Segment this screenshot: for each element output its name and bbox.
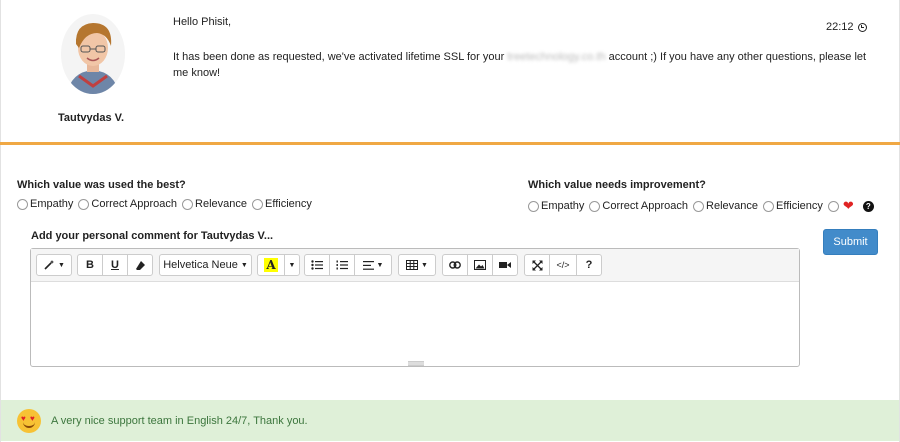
customer-note-text: A very nice support team in English 24/7… (51, 414, 308, 427)
numbered-list-button[interactable] (329, 254, 355, 276)
radio-button[interactable] (763, 200, 775, 212)
best-option-empathy[interactable]: Empathy (17, 198, 73, 210)
radio-button[interactable] (528, 200, 539, 212)
improve-value-options: Empathy Correct Approach Relevance Effic… (528, 198, 874, 214)
align-left-icon (362, 260, 374, 270)
best-option-correct-approach[interactable]: Correct Approach (78, 198, 177, 210)
link-icon (449, 261, 461, 269)
best-value-question: Which value was used the best? (17, 179, 186, 191)
paragraph-align-dropdown[interactable]: ▼ (354, 254, 392, 276)
fullscreen-icon (532, 260, 542, 270)
option-label: Relevance (195, 198, 248, 210)
eraser-icon (135, 260, 145, 270)
option-label: Relevance (706, 200, 759, 212)
clock-icon (857, 22, 867, 32)
section-divider (0, 142, 900, 145)
time-label: 22:12 (826, 21, 854, 33)
agent-avatar (61, 14, 125, 94)
font-color-button[interactable]: A (257, 254, 285, 276)
magic-wand-icon (44, 260, 55, 270)
underline-button[interactable]: U (102, 254, 128, 276)
improve-option-relevance[interactable]: Relevance (693, 200, 758, 212)
best-value-options: Empathy Correct Approach Relevance Effic… (17, 198, 317, 210)
agent-name: Tautvydas V. (58, 112, 125, 124)
video-button[interactable] (492, 254, 518, 276)
comment-editor: ▼ B U Helvetica Neue ▼ A ▼ ▼ ▼ </> ? (30, 248, 800, 367)
image-button[interactable] (467, 254, 493, 276)
image-icon (474, 260, 486, 270)
comment-text-area[interactable] (31, 282, 799, 366)
heart-icon: ❤ (842, 198, 854, 213)
redacted-domain: treetechnology.co.th (507, 51, 606, 63)
option-label: Empathy (541, 200, 585, 212)
eraser-button[interactable] (127, 254, 153, 276)
video-icon (499, 262, 511, 268)
submit-button[interactable]: Submit (823, 229, 878, 255)
numbered-list-icon (336, 260, 348, 270)
radio-button[interactable] (589, 200, 601, 212)
help-icon[interactable]: ? (862, 200, 874, 212)
magic-wand-button[interactable]: ▼ (36, 254, 72, 276)
table-icon (406, 260, 419, 270)
improve-option-empathy[interactable]: Empathy (528, 200, 584, 212)
radio-button[interactable] (17, 198, 28, 210)
best-option-relevance[interactable]: Relevance (182, 198, 247, 210)
message-body-start: It has been done as requested, we've act… (173, 51, 508, 63)
editor-toolbar: ▼ B U Helvetica Neue ▼ A ▼ ▼ ▼ </> ? (31, 249, 799, 282)
improve-option-efficiency[interactable]: Efficiency (763, 200, 823, 212)
font-color-dropdown[interactable]: ▼ (284, 254, 300, 276)
comment-label: Add your personal comment for Tautvydas … (31, 230, 274, 242)
fullscreen-button[interactable] (524, 254, 550, 276)
message-greeting: Hello Phisit, (173, 16, 232, 28)
radio-button[interactable] (182, 198, 194, 210)
bullet-list-button[interactable] (304, 254, 330, 276)
improve-option-heart[interactable]: ❤ (827, 198, 854, 214)
improve-option-correct-approach[interactable]: Correct Approach (589, 200, 688, 212)
bullet-list-icon (311, 260, 323, 270)
radio-button[interactable] (827, 200, 839, 212)
help-button[interactable]: ? (576, 254, 602, 276)
option-label: Efficiency (776, 200, 823, 212)
link-button[interactable] (442, 254, 468, 276)
bold-button[interactable]: B (77, 254, 103, 276)
editor-resize-handle[interactable] (408, 361, 424, 366)
radio-button[interactable] (693, 200, 705, 212)
message-time: 22:12 (826, 21, 867, 33)
table-dropdown[interactable]: ▼ (398, 254, 436, 276)
radio-button[interactable] (78, 198, 90, 210)
message-body: It has been done as requested, we've act… (173, 49, 873, 81)
option-label: Efficiency (265, 198, 312, 210)
font-color-icon: A (264, 258, 278, 272)
font-family-value: Helvetica Neue (163, 259, 238, 271)
font-family-dropdown[interactable]: Helvetica Neue ▼ (159, 254, 252, 276)
radio-button[interactable] (252, 198, 264, 210)
customer-note: ♥ ♥ A very nice support team in English … (1, 400, 899, 441)
option-label: Correct Approach (602, 200, 689, 212)
code-view-button[interactable]: </> (549, 254, 577, 276)
option-label: Empathy (30, 198, 74, 210)
option-label: Correct Approach (91, 198, 178, 210)
improve-value-question: Which value needs improvement? (528, 179, 706, 191)
best-option-efficiency[interactable]: Efficiency (252, 198, 312, 210)
heart-eyes-emoji-icon: ♥ ♥ (17, 408, 41, 433)
message-block: Tautvydas V. Hello Phisit, It has been d… (0, 0, 900, 143)
